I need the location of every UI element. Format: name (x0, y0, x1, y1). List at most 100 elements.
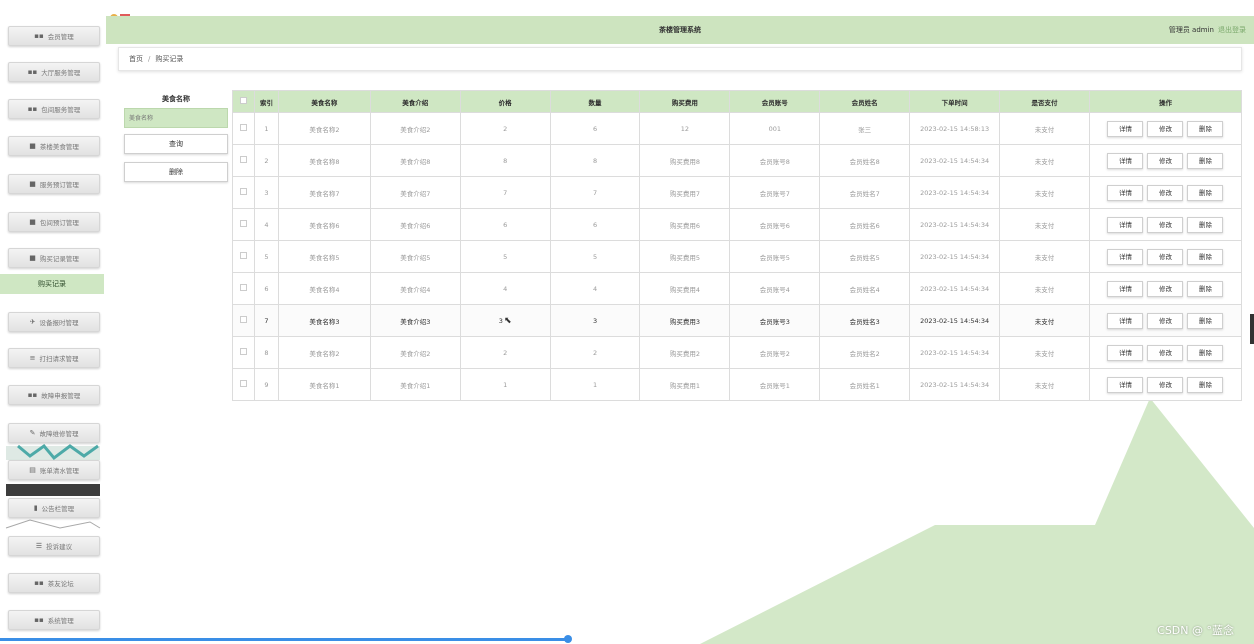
cell-value: 美食介绍8 (400, 157, 431, 166)
sidebar-item-room-booking[interactable]: ■ 包间预订管理 (8, 212, 100, 232)
cell-value: 购买费用5 (669, 253, 700, 262)
cell-cost: 12 (639, 112, 731, 145)
sidebar-item-food[interactable]: ■ 茶楼美食管理 (8, 136, 100, 156)
cell-value: 美食名称1 (309, 381, 340, 390)
query-button[interactable]: 查询 (124, 134, 228, 154)
cell-value: 12 (680, 124, 690, 133)
column-header: 是否支付 (999, 90, 1090, 113)
row-checkbox[interactable] (239, 380, 247, 387)
row-checkbox[interactable] (239, 252, 247, 259)
row-checkbox[interactable] (239, 316, 247, 323)
cell-account: 会员账号6 (729, 208, 821, 241)
delete-button[interactable]: 删除 (1187, 152, 1224, 169)
sidebar-item-fault-repair[interactable]: ✎ 故障维修管理 (8, 423, 100, 443)
delete-button[interactable]: 删除 (1187, 344, 1224, 361)
cell-qty: 1 (549, 368, 641, 401)
row-checkbox[interactable] (239, 124, 247, 131)
delete-button[interactable]: 删除 (1187, 120, 1224, 137)
row-select-cell[interactable] (232, 304, 255, 337)
progress-bar[interactable] (0, 638, 568, 641)
delete-button[interactable]: 删除 (1187, 216, 1224, 233)
detail-button[interactable]: 详情 (1107, 248, 1144, 265)
sidebar-item-hall-service[interactable]: ▪▪ 大厅服务管理 (8, 62, 100, 82)
row-select-cell[interactable] (232, 176, 255, 209)
cell-time: 2023-02-15 14:58:13 (909, 112, 1001, 145)
breadcrumb-home[interactable]: 首页 (129, 54, 143, 64)
sidebar-item-billing[interactable]: ▤ 账单清水管理 (8, 460, 100, 480)
cell-value: 购买费用2 (669, 349, 700, 358)
sidebar-item-cleaning[interactable]: ≡ 打扫请求管理 (8, 348, 100, 368)
sidebar-item-room-service[interactable]: ▪▪ 包间服务管理 (8, 99, 100, 119)
detail-button[interactable]: 详情 (1107, 216, 1144, 233)
delete-button[interactable]: 删除 (1187, 312, 1224, 329)
logout-link[interactable]: 退出登录 (1218, 26, 1246, 34)
edit-button[interactable]: 修改 (1147, 184, 1184, 201)
sidebar-item-label: 故障申报管理 (41, 392, 81, 400)
detail-button[interactable]: 详情 (1107, 120, 1144, 137)
detail-button[interactable]: 详情 (1107, 344, 1144, 361)
delete-button[interactable]: 删除 (1187, 280, 1224, 297)
row-select-cell[interactable] (232, 144, 255, 177)
select-all-checkbox[interactable] (239, 97, 247, 104)
row-select-cell[interactable] (232, 112, 255, 145)
sidebar-item-notice-board[interactable]: ▮ 公告栏管理 (8, 498, 100, 518)
edit-button[interactable]: 修改 (1147, 216, 1184, 233)
edit-button[interactable]: 修改 (1147, 120, 1184, 137)
sidebar-item-label: 故障维修管理 (39, 430, 79, 438)
sidebar-item-device-timing[interactable]: ✈ 设备报时管理 (8, 312, 100, 332)
sidebar-item-system[interactable]: ▪▪ 系统管理 (8, 610, 100, 630)
delete-button[interactable]: 删除 (1187, 376, 1224, 393)
row-checkbox[interactable] (239, 284, 247, 291)
delete-button[interactable]: 删除 (1187, 184, 1224, 201)
sidebar-item-complaints[interactable]: ☰ 投诉建议 (8, 536, 100, 556)
detail-button[interactable]: 详情 (1107, 280, 1144, 297)
progress-handle[interactable] (564, 635, 572, 643)
cell-value: 2023-02-15 14:54:34 (920, 156, 990, 165)
edit-button[interactable]: 修改 (1147, 376, 1184, 393)
cell-member: 会员姓名8 (819, 144, 911, 177)
cell-value: 6 (503, 220, 508, 229)
row-select-cell[interactable] (232, 336, 255, 369)
row-select-cell[interactable] (232, 368, 255, 401)
row-checkbox[interactable] (239, 188, 247, 195)
cell-paid: 未支付 (999, 240, 1090, 273)
cell-value: 会员账号4 (759, 285, 790, 294)
row-select-cell[interactable] (232, 208, 255, 241)
cell-value: 2023-02-15 14:54:34 (920, 220, 990, 229)
sidebar-item-purchase-records[interactable]: ■ 购买记录管理 (8, 248, 100, 268)
cell-value: 会员姓名6 (849, 221, 880, 230)
scroll-indicator[interactable] (1250, 314, 1254, 344)
edit-button[interactable]: 修改 (1147, 312, 1184, 329)
edit-button[interactable]: 修改 (1147, 248, 1184, 265)
detail-button[interactable]: 详情 (1107, 152, 1144, 169)
header-select-all[interactable] (232, 90, 255, 113)
detail-button[interactable]: 详情 (1107, 376, 1144, 393)
delete-button[interactable]: 删除 (1187, 248, 1224, 265)
edit-button[interactable]: 修改 (1147, 344, 1184, 361)
sidebar-item-forum[interactable]: ▪▪ 茶友论坛 (8, 573, 100, 593)
row-select-cell[interactable] (232, 240, 255, 273)
cell-value: 2023-02-15 14:54:34 (920, 252, 990, 261)
edit-button[interactable]: 修改 (1147, 280, 1184, 297)
row-select-cell[interactable] (232, 272, 255, 305)
search-input[interactable] (124, 108, 228, 128)
sidebar-item-service-booking[interactable]: ■ 服务预订管理 (8, 174, 100, 194)
cell-account: 001 (729, 112, 821, 145)
sidebar-item-members[interactable]: ▪▪ 会员管理 (8, 26, 100, 46)
cell-value: 7 (264, 316, 269, 325)
sidebar-subitem-purchase-record[interactable]: 购买记录 (0, 274, 104, 294)
cell-value: 购买费用6 (669, 221, 700, 230)
row-checkbox[interactable] (239, 156, 247, 163)
row-checkbox[interactable] (239, 220, 247, 227)
cell-member: 会员姓名3 (819, 304, 911, 337)
row-checkbox[interactable] (239, 348, 247, 355)
cell-value: 会员姓名5 (849, 253, 880, 262)
delete-selected-button[interactable]: 删除 (124, 162, 228, 182)
cell-value: 会员账号5 (759, 253, 790, 262)
edit-button[interactable]: 修改 (1147, 152, 1184, 169)
cell-index: 8 (253, 336, 279, 369)
cell-name: 美食名称2 (277, 112, 371, 145)
detail-button[interactable]: 详情 (1107, 184, 1144, 201)
detail-button[interactable]: 详情 (1107, 312, 1144, 329)
sidebar-item-fault-report[interactable]: ▪▪ 故障申报管理 (8, 385, 100, 405)
